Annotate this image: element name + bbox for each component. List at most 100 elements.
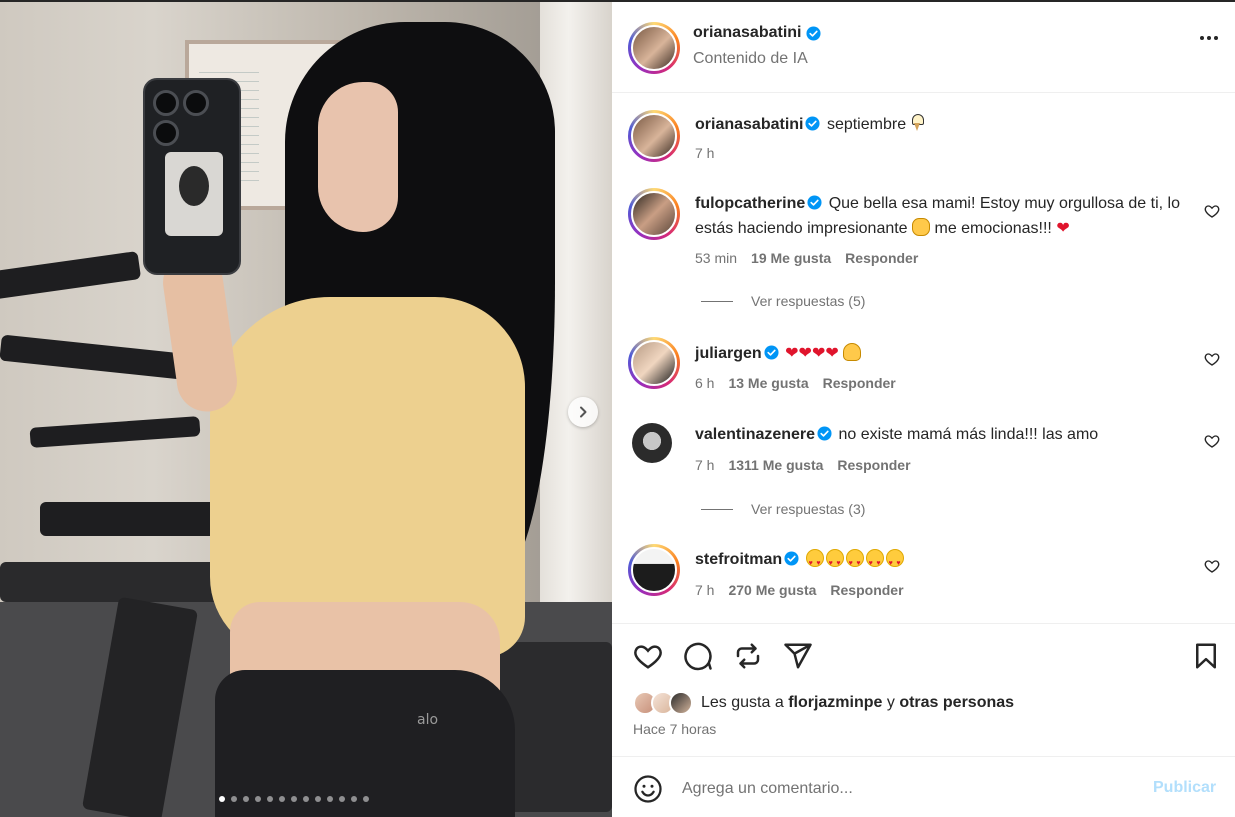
emoji-smile-icon[interactable] — [633, 774, 663, 804]
gym-machine — [0, 251, 142, 301]
comment-avatar[interactable] — [632, 423, 672, 463]
comment-meta: 7 h 270 Me gusta Responder — [695, 582, 904, 598]
heart-eyes-emoji-icon — [845, 549, 864, 576]
post-media[interactable]: alo — [0, 2, 612, 817]
likes-prefix: Les gusta a — [701, 694, 784, 711]
comment-time[interactable]: 53 min — [695, 250, 737, 266]
like-comment-heart-icon[interactable] — [1204, 558, 1220, 574]
comment-time[interactable]: 7 h — [695, 457, 714, 473]
comment-meta: 7 h 1311 Me gusta Responder — [695, 457, 911, 473]
view-replies-label[interactable]: Ver respuestas (3) — [751, 501, 865, 517]
likes-connector: y — [886, 694, 895, 711]
slide-dot — [267, 796, 273, 802]
slide-indicator — [219, 796, 369, 802]
share-send-icon[interactable] — [783, 641, 813, 671]
caption-time[interactable]: 7 h — [695, 145, 714, 161]
reply-button[interactable]: Responder — [823, 375, 896, 391]
phone-in-hand — [143, 78, 241, 275]
gym-machine — [29, 416, 201, 448]
verified-badge-icon — [764, 345, 779, 360]
heart-eyes-emoji-icon — [825, 549, 844, 576]
red-hearts-emoji-icon: ❤❤❤❤ — [785, 343, 839, 362]
save-bookmark-icon[interactable] — [1191, 641, 1221, 671]
comment-like-count[interactable]: 270 Me gusta — [728, 582, 816, 598]
comment-avatar[interactable] — [628, 544, 680, 596]
red-heart-emoji-icon: ❤ — [1056, 218, 1070, 237]
liked-by-avatars[interactable] — [633, 691, 697, 715]
next-slide-button[interactable] — [568, 397, 598, 427]
more-options-icon[interactable] — [1200, 36, 1218, 40]
comment-text: juliargen ❤❤❤❤ — [695, 341, 1190, 366]
comment-bubble-icon[interactable] — [683, 641, 713, 671]
comment-username[interactable]: fulopcatherine — [695, 195, 805, 212]
person-pants: alo — [215, 670, 515, 817]
reply-button[interactable]: Responder — [845, 250, 918, 266]
post-timestamp[interactable]: Hace 7 horas — [633, 721, 716, 737]
comment-meta: 53 min 19 Me gusta Responder — [695, 250, 918, 266]
person-face — [318, 82, 398, 232]
slide-dot — [255, 796, 261, 802]
clapping-hands-emoji-icon — [912, 218, 931, 236]
slide-dot — [243, 796, 249, 802]
author-username-text[interactable]: orianasabatini — [693, 24, 801, 42]
slide-dot — [363, 796, 369, 802]
chevron-right-icon — [580, 406, 587, 418]
slide-dot — [351, 796, 357, 802]
likes-summary: Les gusta a florjazminpe y otras persona… — [633, 691, 1014, 715]
slide-dot — [291, 796, 297, 802]
comment-body-end: me emocionas!!! — [934, 220, 1052, 237]
caption-avatar[interactable] — [628, 110, 680, 162]
slide-dot — [279, 796, 285, 802]
comment-text: stefroitman — [695, 548, 1190, 576]
comment-text: fulopcatherine Que bella esa mami! Estoy… — [695, 192, 1190, 241]
repost-icon[interactable] — [733, 641, 763, 671]
like-comment-heart-icon[interactable] — [1204, 433, 1220, 449]
comment-time[interactable]: 7 h — [695, 582, 714, 598]
comment-input[interactable] — [682, 777, 1122, 801]
other-likers-link[interactable]: otras personas — [899, 694, 1014, 712]
verified-badge-icon — [805, 116, 821, 131]
heart-eyes-emoji-icon — [885, 549, 904, 576]
comment-avatar[interactable] — [628, 337, 680, 389]
caption: orianasabatini septiembre — [695, 113, 1190, 137]
author-username[interactable]: orianasabatini — [693, 24, 822, 42]
ai-content-label[interactable]: Contenido de IA — [693, 50, 808, 68]
like-heart-icon[interactable] — [633, 641, 663, 671]
header-divider — [612, 92, 1235, 93]
post-action-bar — [633, 641, 1223, 671]
comment-username[interactable]: valentinazenere — [695, 426, 815, 443]
verified-badge-icon — [807, 195, 822, 210]
view-replies-button[interactable]: Ver respuestas (5) — [701, 293, 865, 309]
comment-time[interactable]: 6 h — [695, 375, 714, 391]
reply-button[interactable]: Responder — [837, 457, 910, 473]
ice-cream-emoji-icon — [911, 114, 924, 132]
comments-divider — [612, 623, 1235, 624]
caption-username[interactable]: orianasabatini — [695, 116, 803, 133]
view-replies-button[interactable]: Ver respuestas (3) — [701, 501, 865, 517]
comment-username[interactable]: stefroitman — [695, 551, 782, 568]
gym-machine — [40, 502, 230, 536]
like-comment-heart-icon[interactable] — [1204, 203, 1220, 219]
comment-avatar[interactable] — [628, 188, 680, 240]
comment-meta: 6 h 13 Me gusta Responder — [695, 375, 896, 391]
like-comment-heart-icon[interactable] — [1204, 351, 1220, 367]
slide-dot — [219, 796, 225, 802]
slide-dot — [327, 796, 333, 802]
verified-badge-icon — [817, 426, 832, 441]
reply-button[interactable]: Responder — [830, 582, 903, 598]
gym-machine — [500, 642, 612, 812]
verified-badge-icon — [784, 551, 799, 566]
comment-like-count[interactable]: 19 Me gusta — [751, 250, 831, 266]
author-avatar[interactable] — [628, 22, 680, 74]
comment-body: no existe mamá más linda!!! las amo — [838, 426, 1099, 443]
heart-eyes-emoji-icon — [865, 549, 884, 576]
slide-dot — [315, 796, 321, 802]
caption-text: septiembre — [826, 116, 907, 133]
comment-username[interactable]: juliargen — [695, 345, 762, 362]
view-replies-label[interactable]: Ver respuestas (5) — [751, 293, 865, 309]
slide-dot — [303, 796, 309, 802]
liked-by-username[interactable]: florjazminpe — [788, 694, 882, 712]
publish-button[interactable]: Publicar — [1153, 779, 1216, 797]
comment-like-count[interactable]: 1311 Me gusta — [728, 457, 823, 473]
comment-like-count[interactable]: 13 Me gusta — [728, 375, 808, 391]
